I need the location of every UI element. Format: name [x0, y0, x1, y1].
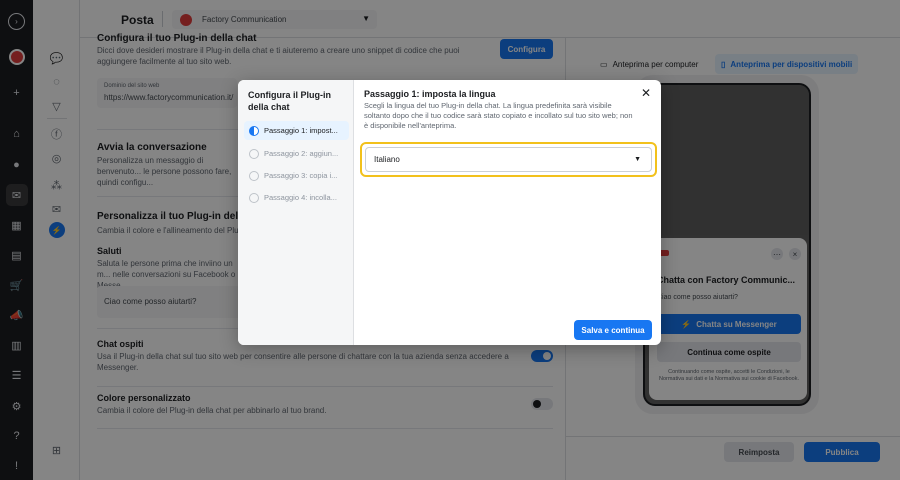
step-4[interactable]: Passaggio 4: incolla...: [244, 188, 349, 207]
step-1[interactable]: Passaggio 1: impost...: [244, 121, 349, 140]
save-and-continue-button[interactable]: Salva e continua: [574, 320, 652, 340]
step-circle-icon: [249, 170, 259, 181]
language-select[interactable]: Italiano ▼: [365, 147, 652, 172]
step-2[interactable]: Passaggio 2: aggiun...: [244, 144, 349, 163]
step-3[interactable]: Passaggio 3: copia i...: [244, 166, 349, 185]
step-1-label: Passaggio 1: impost...: [264, 126, 338, 135]
caret-down-icon: ▼: [634, 156, 641, 163]
language-select-highlight: Italiano ▼: [360, 142, 657, 177]
step-progress-icon: [249, 125, 259, 136]
step-circle-icon: [249, 192, 259, 203]
step-3-label: Passaggio 3: copia i...: [264, 171, 338, 180]
setup-modal: Configura il Plug-in della chat Passaggi…: [238, 80, 661, 345]
setup-step-content: Passaggio 1: imposta la lingua ✕ Scegli …: [354, 80, 661, 345]
step-circle-icon: [249, 148, 259, 159]
step-description: Scegli la lingua del tuo Plug-in della c…: [364, 101, 633, 130]
setup-steps-sidebar: Configura il Plug-in della chat Passaggi…: [238, 80, 354, 345]
step-2-label: Passaggio 2: aggiun...: [264, 149, 339, 158]
close-icon[interactable]: ✕: [641, 86, 651, 100]
step-title: Passaggio 1: imposta la lingua: [364, 89, 496, 99]
step-4-label: Passaggio 4: incolla...: [264, 193, 337, 202]
language-value: Italiano: [374, 155, 400, 164]
setup-sidebar-title: Configura il Plug-in della chat: [248, 90, 331, 112]
